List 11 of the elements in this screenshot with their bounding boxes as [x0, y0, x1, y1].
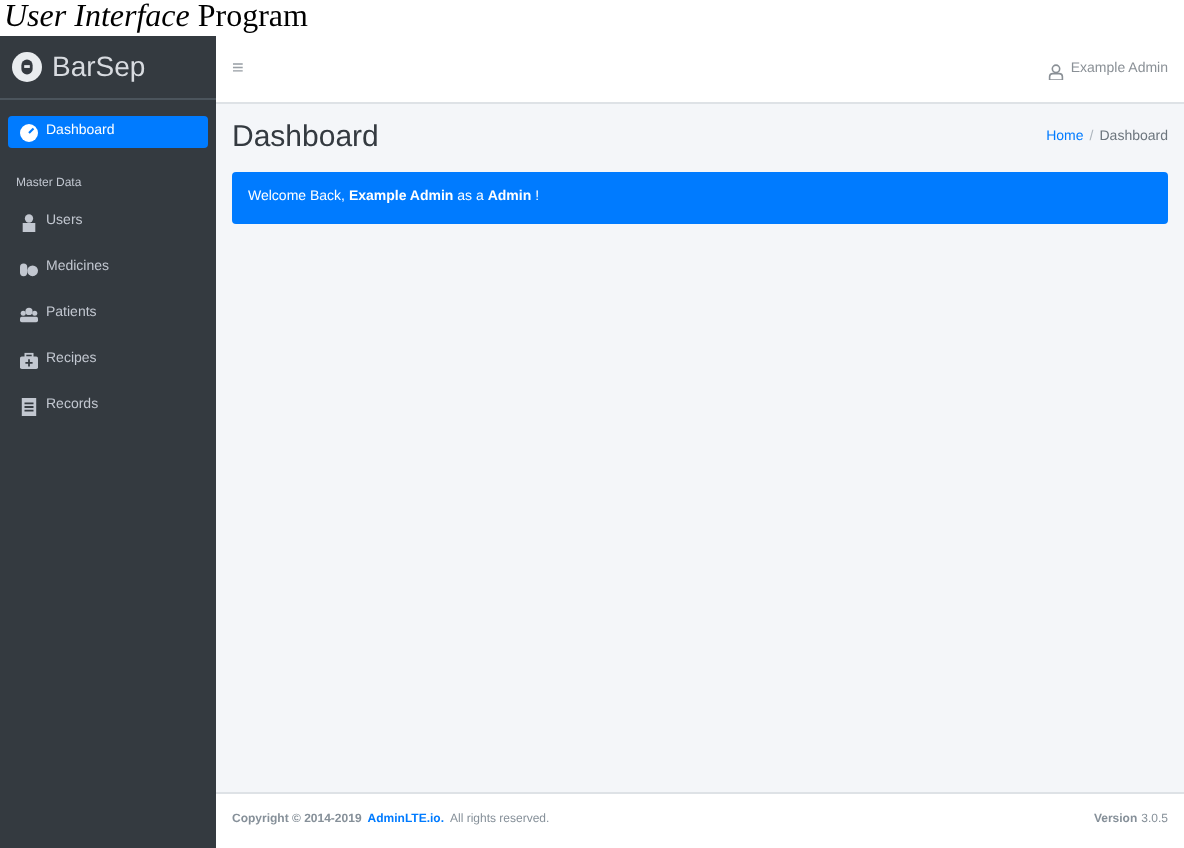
gauge-icon: [20, 123, 38, 141]
user-icon: [20, 213, 38, 231]
brand-name: BarSep: [52, 48, 146, 86]
user-icon: [1048, 63, 1065, 79]
users-icon: [20, 305, 38, 323]
logo-icon: [12, 52, 42, 82]
medkit-icon: [20, 351, 38, 369]
page-title: Dashboard: [232, 117, 379, 158]
document-icon: [20, 397, 38, 415]
pills-icon: [20, 259, 38, 277]
caption: User Interface Program: [4, 0, 308, 36]
